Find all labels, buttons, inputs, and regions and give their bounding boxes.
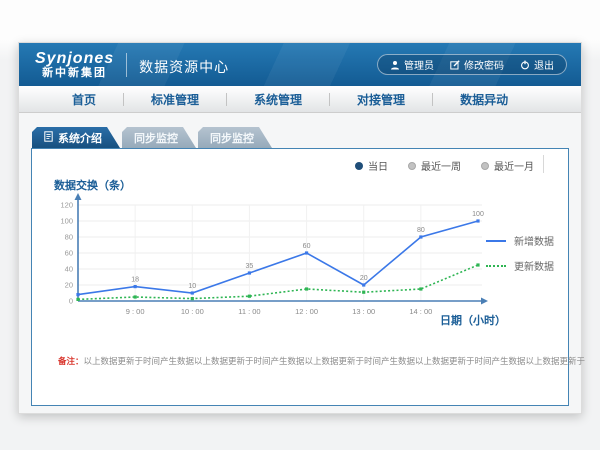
user-menu-label: 管理员 xyxy=(404,57,434,72)
svg-text:20: 20 xyxy=(65,281,73,290)
document-icon xyxy=(44,131,53,145)
user-menu-label: 修改密码 xyxy=(464,57,504,72)
svg-text:12 : 00: 12 : 00 xyxy=(295,307,318,316)
svg-text:100: 100 xyxy=(472,211,484,218)
legend-label: 新增数据 xyxy=(514,233,554,248)
tab-bar: 系统介绍 同步监控 同步监控 xyxy=(32,127,569,148)
nav-item-interface[interactable]: 对接管理 xyxy=(330,91,432,108)
user-menu-label: 退出 xyxy=(534,57,554,72)
x-axis-title: 日期（小时） xyxy=(440,312,506,328)
panel-right-divider xyxy=(543,155,544,173)
user-icon xyxy=(390,60,400,70)
legend-item-new-data[interactable]: 新增数据 xyxy=(486,233,554,248)
radio-today[interactable]: 当日 xyxy=(355,158,388,173)
app-window: Synjones 新中新集团 数据资源中心 管理员 修改密码 xyxy=(18,42,582,414)
page-title: 数据资源中心 xyxy=(139,57,229,77)
tab-label: 同步监控 xyxy=(134,130,178,146)
footnote-text: 以上数据更新于时间产生数据以上数据更新于时间产生数据以上数据更新于时间产生数据以… xyxy=(84,356,586,366)
main-nav: 首页 标准管理 系统管理 对接管理 数据异动 xyxy=(19,86,581,113)
tab-system-intro[interactable]: 系统介绍 xyxy=(32,127,120,148)
tab-sync-monitor-2[interactable]: 同步监控 xyxy=(198,127,272,148)
svg-text:20: 20 xyxy=(360,275,368,282)
power-icon xyxy=(520,60,530,70)
radio-label: 最近一周 xyxy=(421,158,461,173)
svg-text:0: 0 xyxy=(69,297,73,306)
svg-text:10: 10 xyxy=(188,283,196,290)
svg-text:60: 60 xyxy=(65,249,73,258)
svg-text:40: 40 xyxy=(65,265,73,274)
nav-item-system[interactable]: 系统管理 xyxy=(227,91,329,108)
edit-icon xyxy=(450,60,460,70)
radio-unselected-icon xyxy=(481,162,489,170)
chart-panel: 当日 最近一周 最近一月 数据交换（条） 0204060801001209 : … xyxy=(31,148,569,406)
footnote-label: 备注： xyxy=(58,356,84,366)
logo[interactable]: Synjones 新中新集团 xyxy=(35,50,114,80)
nav-item-data-change[interactable]: 数据异动 xyxy=(433,91,535,108)
tab-label: 系统介绍 xyxy=(58,130,102,146)
nav-item-home[interactable]: 首页 xyxy=(45,91,123,108)
chart-wrap: 0 20 40 60 80 100 120 9 : 00 10 : 00 11 : 00 12 : … xyxy=(44,191,496,328)
svg-text:13 : 00: 13 : 00 xyxy=(352,307,375,316)
header-divider xyxy=(126,53,127,77)
svg-text:100: 100 xyxy=(60,217,73,226)
footnote: 备注：以上数据更新于时间产生数据以上数据更新于时间产生数据以上数据更新于时间产生… xyxy=(58,355,585,367)
radio-label: 最近一月 xyxy=(494,158,534,173)
legend-label: 更新数据 xyxy=(514,258,554,273)
user-menu: 管理员 修改密码 退出 xyxy=(377,54,567,75)
radio-label: 当日 xyxy=(368,158,388,173)
svg-text:35: 35 xyxy=(246,263,254,270)
logo-en: Synjones xyxy=(35,50,114,68)
radio-last-month[interactable]: 最近一月 xyxy=(481,158,534,173)
svg-text:80: 80 xyxy=(65,233,73,242)
radio-last-week[interactable]: 最近一周 xyxy=(408,158,461,173)
radio-unselected-icon xyxy=(408,162,416,170)
tab-label: 同步监控 xyxy=(210,130,254,146)
logo-cn: 新中新集团 xyxy=(35,67,114,79)
svg-text:11 : 00: 11 : 00 xyxy=(238,307,260,316)
svg-text:60: 60 xyxy=(303,243,311,250)
svg-text:10 : 00: 10 : 00 xyxy=(181,307,204,316)
logout-button[interactable]: 退出 xyxy=(520,57,554,72)
admin-user-button[interactable]: 管理员 xyxy=(390,57,434,72)
tab-sync-monitor-1[interactable]: 同步监控 xyxy=(122,127,196,148)
svg-text:80: 80 xyxy=(417,227,425,234)
series-legend: 新增数据 更新数据 xyxy=(486,233,554,273)
svg-text:120: 120 xyxy=(60,201,73,210)
svg-text:14 : 00: 14 : 00 xyxy=(409,307,432,316)
dotted-line-swatch xyxy=(486,265,506,267)
radio-selected-icon xyxy=(355,162,363,170)
nav-item-standards[interactable]: 标准管理 xyxy=(124,91,226,108)
header: Synjones 新中新集团 数据资源中心 管理员 修改密码 xyxy=(19,43,581,86)
change-password-button[interactable]: 修改密码 xyxy=(450,57,504,72)
line-chart: 0 20 40 60 80 100 120 9 : 00 10 : 00 11 : 00 12 : … xyxy=(44,191,496,323)
solid-line-swatch xyxy=(486,240,506,242)
legend-item-updated-data[interactable]: 更新数据 xyxy=(486,258,554,273)
svg-text:18: 18 xyxy=(131,277,139,284)
svg-text:9 : 00: 9 : 00 xyxy=(126,307,145,316)
content-area: 系统介绍 同步监控 同步监控 当日 最近一周 xyxy=(19,113,581,406)
time-range-filter: 当日 最近一周 最近一月 xyxy=(355,158,534,173)
